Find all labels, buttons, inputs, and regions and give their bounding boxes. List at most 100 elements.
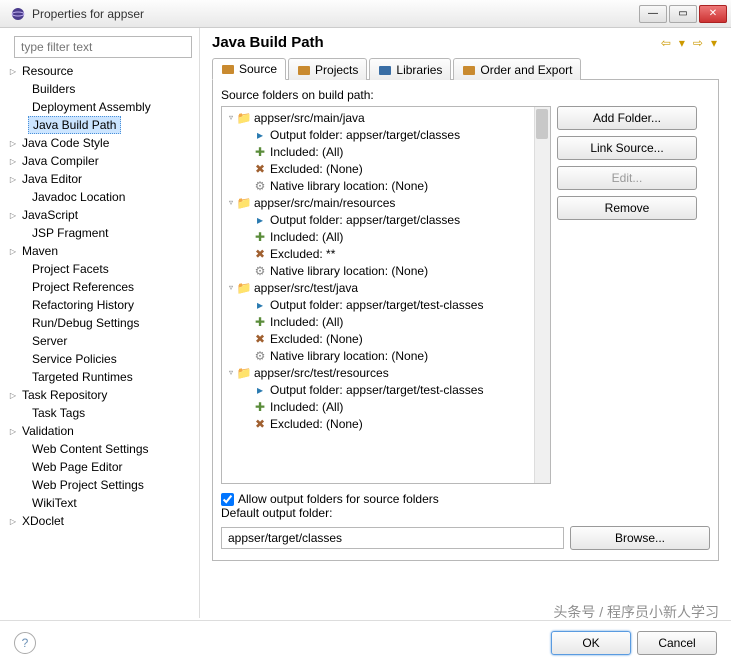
sidebar-item-label: Task Tags <box>28 405 89 421</box>
close-button[interactable]: ✕ <box>699 5 727 23</box>
sidebar-item[interactable]: JSP Fragment <box>4 224 195 242</box>
back-icon[interactable]: ⇦ <box>659 36 673 50</box>
source-detail-row[interactable]: ⚙Native library location: (None) <box>224 262 548 279</box>
twisty-icon[interactable]: ▷ <box>8 391 18 400</box>
ok-button[interactable]: OK <box>551 631 631 655</box>
minimize-button[interactable]: — <box>639 5 667 23</box>
sidebar-item-label: Java Code Style <box>18 135 113 151</box>
source-detail-row[interactable]: ▸Output folder: appser/target/test-class… <box>224 381 548 398</box>
allow-output-checkbox[interactable] <box>221 493 234 506</box>
tree-item-label: appser/src/main/java <box>254 111 365 125</box>
twisty-icon[interactable]: ▷ <box>8 139 18 148</box>
sidebar-item[interactable]: Service Policies <box>4 350 195 368</box>
sidebar-item[interactable]: ▷Maven <box>4 242 195 260</box>
sidebar-item[interactable]: WikiText <box>4 494 195 512</box>
source-folder-row[interactable]: ▿📁appser/src/test/resources <box>224 364 548 381</box>
twisty-icon[interactable]: ▿ <box>226 368 236 377</box>
scrollbar-thumb[interactable] <box>536 109 548 139</box>
sidebar-item[interactable]: ▷XDoclet <box>4 512 195 530</box>
remove-button[interactable]: Remove <box>557 196 697 220</box>
sidebar-item-label: Web Content Settings <box>28 441 153 457</box>
source-detail-row[interactable]: ✚Included: (All) <box>224 313 548 330</box>
source-folder-row[interactable]: ▿📁appser/src/main/java <box>224 109 548 126</box>
source-detail-row[interactable]: ✖Excluded: (None) <box>224 160 548 177</box>
tab[interactable]: Libraries <box>369 58 451 80</box>
sidebar-item[interactable]: Web Content Settings <box>4 440 195 458</box>
sidebar-item[interactable]: Server <box>4 332 195 350</box>
twisty-icon[interactable]: ▿ <box>226 283 236 292</box>
source-detail-row[interactable]: ✚Included: (All) <box>224 398 548 415</box>
sidebar-item[interactable]: Run/Debug Settings <box>4 314 195 332</box>
sidebar-item[interactable]: Refactoring History <box>4 296 195 314</box>
twisty-icon[interactable]: ▿ <box>226 198 236 207</box>
default-output-label: Default output folder: <box>221 506 710 520</box>
source-detail-row[interactable]: ▸Output folder: appser/target/classes <box>224 126 548 143</box>
forward-menu-icon[interactable]: ▾ <box>709 36 719 50</box>
source-tree[interactable]: ▿📁appser/src/main/java▸Output folder: ap… <box>221 106 551 484</box>
sidebar-item-label: Java Build Path <box>28 116 121 134</box>
sidebar-item[interactable]: Javadoc Location <box>4 188 195 206</box>
source-detail-row[interactable]: ✖Excluded: (None) <box>224 415 548 432</box>
sidebar-item-label: Builders <box>28 81 79 97</box>
sidebar-item[interactable]: Project Facets <box>4 260 195 278</box>
source-tab-panel: Source folders on build path: ▿📁appser/s… <box>212 80 719 561</box>
sidebar-item[interactable]: Java Build Path <box>4 116 195 134</box>
sidebar-item[interactable]: ▷JavaScript <box>4 206 195 224</box>
tab[interactable]: Projects <box>288 58 367 80</box>
back-menu-icon[interactable]: ▾ <box>677 36 687 50</box>
source-folder-row[interactable]: ▿📁appser/src/test/java <box>224 279 548 296</box>
sidebar-item[interactable]: Deployment Assembly <box>4 98 195 116</box>
twisty-icon[interactable]: ▿ <box>226 113 236 122</box>
source-detail-row[interactable]: ⚙Native library location: (None) <box>224 177 548 194</box>
source-detail-row[interactable]: ✖Excluded: ** <box>224 245 548 262</box>
source-detail-row[interactable]: ▸Output folder: appser/target/test-class… <box>224 296 548 313</box>
sidebar-item[interactable]: Web Project Settings <box>4 476 195 494</box>
sidebar-item[interactable]: Project References <box>4 278 195 296</box>
sidebar-item-label: WikiText <box>28 495 81 511</box>
scrollbar[interactable] <box>534 107 550 483</box>
source-detail-row[interactable]: ✖Excluded: (None) <box>224 330 548 347</box>
twisty-icon[interactable]: ▷ <box>8 427 18 436</box>
tab[interactable]: Order and Export <box>453 58 581 80</box>
sidebar-item-label: Targeted Runtimes <box>28 369 137 385</box>
source-detail-row[interactable]: ▸Output folder: appser/target/classes <box>224 211 548 228</box>
source-detail-row[interactable]: ⚙Native library location: (None) <box>224 347 548 364</box>
tree-item-label: Native library location: (None) <box>270 264 428 278</box>
twisty-icon[interactable]: ▷ <box>8 157 18 166</box>
sidebar-item[interactable]: Task Tags <box>4 404 195 422</box>
twisty-icon[interactable]: ▷ <box>8 247 18 256</box>
nat-icon: ⚙ <box>252 179 268 193</box>
sidebar-item[interactable]: ▷Task Repository <box>4 386 195 404</box>
cancel-button[interactable]: Cancel <box>637 631 717 655</box>
sidebar-item[interactable]: ▷Resource <box>4 62 195 80</box>
tabs: SourceProjects Libraries Order and Export <box>212 57 719 80</box>
tab-label: Libraries <box>396 63 442 77</box>
sidebar-item[interactable]: Web Page Editor <box>4 458 195 476</box>
sidebar-item[interactable]: ▷Java Code Style <box>4 134 195 152</box>
twisty-icon[interactable]: ▷ <box>8 175 18 184</box>
maximize-button[interactable]: ▭ <box>669 5 697 23</box>
link-source-button[interactable]: Link Source... <box>557 136 697 160</box>
tree-item-label: Output folder: appser/target/classes <box>270 128 460 142</box>
sidebar-item-label: Validation <box>18 423 78 439</box>
twisty-icon[interactable]: ▷ <box>8 517 18 526</box>
help-icon[interactable]: ? <box>14 632 36 654</box>
sidebar-item-label: Java Editor <box>18 171 86 187</box>
add-folder-button[interactable]: Add Folder... <box>557 106 697 130</box>
forward-icon[interactable]: ⇨ <box>691 36 705 50</box>
sidebar-item[interactable]: ▷Java Editor <box>4 170 195 188</box>
sidebar-item[interactable]: Builders <box>4 80 195 98</box>
source-detail-row[interactable]: ✚Included: (All) <box>224 228 548 245</box>
sidebar-item[interactable]: Targeted Runtimes <box>4 368 195 386</box>
inc-icon: ✚ <box>252 400 268 414</box>
twisty-icon[interactable]: ▷ <box>8 211 18 220</box>
source-folder-row[interactable]: ▿📁appser/src/main/resources <box>224 194 548 211</box>
tab[interactable]: Source <box>212 58 286 80</box>
browse-button[interactable]: Browse... <box>570 526 710 550</box>
sidebar-item[interactable]: ▷Java Compiler <box>4 152 195 170</box>
sidebar-item[interactable]: ▷Validation <box>4 422 195 440</box>
source-detail-row[interactable]: ✚Included: (All) <box>224 143 548 160</box>
filter-input[interactable] <box>14 36 192 58</box>
twisty-icon[interactable]: ▷ <box>8 67 18 76</box>
default-output-input[interactable] <box>221 527 564 549</box>
